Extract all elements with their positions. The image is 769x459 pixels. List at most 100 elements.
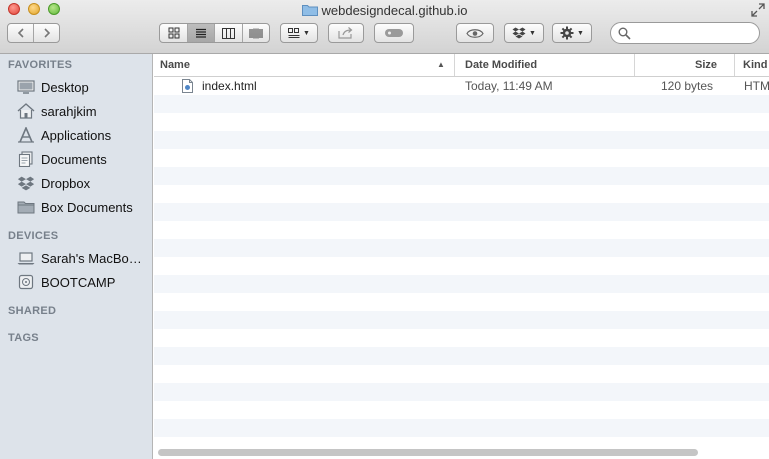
favorites-header: FAVORITES (8, 59, 73, 71)
fullscreen-icon[interactable] (751, 3, 765, 17)
sidebar-item-label: Dropbox (41, 175, 91, 191)
sidebar-item-home[interactable]: sarahjkim (16, 101, 152, 121)
sort-ascending-icon: ▲ (437, 60, 445, 69)
column-header-date-modified[interactable]: Date Modified (465, 54, 537, 76)
dropbox-icon (16, 174, 36, 192)
window-title-text: webdesigndecal.github.io (321, 3, 468, 18)
sidebar-item-dropbox[interactable]: Dropbox (16, 173, 152, 193)
empty-row (154, 203, 769, 221)
column-divider[interactable] (734, 54, 735, 76)
html-file-icon (182, 77, 193, 95)
back-button[interactable] (8, 24, 34, 42)
sidebar-item-label: Box Documents (41, 199, 133, 215)
chevron-down-icon: ▼ (577, 29, 584, 37)
folder-icon (301, 5, 318, 16)
empty-row (154, 419, 769, 437)
horizontal-scrollbar[interactable] (158, 449, 698, 456)
file-date-modified: Today, 11:49 AM (465, 79, 553, 93)
dropbox-icon (512, 27, 526, 39)
empty-row (154, 329, 769, 347)
file-kind: HTM (744, 79, 769, 93)
empty-row (154, 293, 769, 311)
sidebar-item-bootcamp[interactable]: BOOTCAMP (16, 272, 152, 292)
table-row[interactable]: index.html Today, 11:49 AM 120 bytes HTM (154, 77, 769, 95)
empty-row (154, 149, 769, 167)
empty-row (154, 167, 769, 185)
arrange-icon (288, 27, 300, 38)
sidebar-item-macbook[interactable]: Sarah's MacBo… (16, 248, 152, 268)
icon-view-button[interactable] (160, 24, 189, 42)
forward-button[interactable] (34, 24, 59, 42)
tags-header: TAGS (8, 332, 39, 344)
coverflow-view-button[interactable] (243, 24, 269, 42)
sidebar-item-label: Desktop (41, 79, 89, 95)
file-size: 120 bytes (661, 79, 714, 93)
empty-row (154, 401, 769, 419)
tag-icon (385, 29, 403, 37)
empty-row (154, 221, 769, 239)
empty-row (154, 257, 769, 275)
search-input[interactable] (633, 26, 757, 42)
documents-icon (16, 150, 36, 168)
empty-row (154, 131, 769, 149)
sidebar-item-label: BOOTCAMP (41, 274, 116, 290)
quick-look-button[interactable] (456, 23, 494, 43)
gear-icon (560, 26, 574, 40)
column-view-button[interactable] (215, 24, 243, 42)
share-button[interactable] (328, 23, 364, 43)
empty-row (154, 365, 769, 383)
list-view-button[interactable] (188, 24, 216, 42)
applications-icon (16, 126, 36, 144)
column-header-kind[interactable]: Kind (743, 54, 767, 76)
toolbar: webdesigndecal.github.io ▼ ▼ ▼ (0, 0, 769, 54)
back-forward-control (7, 23, 60, 43)
action-menu-button[interactable]: ▼ (552, 23, 592, 43)
folder-icon (16, 198, 36, 216)
sidebar-item-label: Documents (41, 151, 107, 167)
chevron-down-icon: ▼ (303, 29, 310, 37)
window-title: webdesigndecal.github.io (0, 2, 769, 19)
empty-row (154, 347, 769, 365)
laptop-icon (16, 249, 36, 267)
coverflow-icon (249, 28, 263, 38)
column-divider[interactable] (454, 54, 455, 76)
column-header-name[interactable]: Name (160, 54, 190, 76)
file-list: Name ▲ Date Modified Size Kind index.htm… (154, 54, 769, 459)
search-icon (618, 27, 631, 40)
grid-icon (168, 27, 180, 39)
column-divider[interactable] (634, 54, 635, 76)
back-arrow-icon (17, 28, 24, 38)
eye-icon (466, 28, 484, 38)
sidebar: FAVORITES Desktop sarahjkim Applications… (0, 54, 153, 459)
chevron-down-icon: ▼ (529, 29, 536, 37)
arrange-button[interactable]: ▼ (280, 23, 318, 43)
desktop-icon (16, 78, 36, 96)
file-name: index.html (202, 79, 257, 93)
devices-header: DEVICES (8, 230, 59, 242)
empty-row (154, 383, 769, 401)
share-icon (338, 27, 353, 39)
sidebar-item-desktop[interactable]: Desktop (16, 77, 152, 97)
empty-row (154, 185, 769, 203)
sidebar-item-label: Sarah's MacBo… (41, 250, 142, 266)
shared-header: SHARED (8, 305, 57, 317)
search-field[interactable] (610, 22, 760, 44)
home-icon (16, 102, 36, 120)
empty-row (154, 95, 769, 113)
dropbox-menu-button[interactable]: ▼ (504, 23, 544, 43)
file-rows: index.html Today, 11:49 AM 120 bytes HTM (154, 77, 769, 455)
empty-row (154, 275, 769, 293)
disk-icon (16, 273, 36, 291)
column-header-size[interactable]: Size (695, 54, 717, 76)
sidebar-item-applications[interactable]: Applications (16, 125, 152, 145)
empty-row (154, 239, 769, 257)
forward-arrow-icon (43, 28, 50, 38)
sidebar-item-box-documents[interactable]: Box Documents (16, 197, 152, 217)
columns-icon (222, 27, 236, 39)
view-mode-control (159, 23, 270, 43)
sidebar-item-documents[interactable]: Documents (16, 149, 152, 169)
empty-row (154, 113, 769, 131)
column-header-row: Name ▲ Date Modified Size Kind (154, 54, 769, 77)
edit-tags-button[interactable] (374, 23, 414, 43)
sidebar-item-label: sarahjkim (41, 103, 97, 119)
